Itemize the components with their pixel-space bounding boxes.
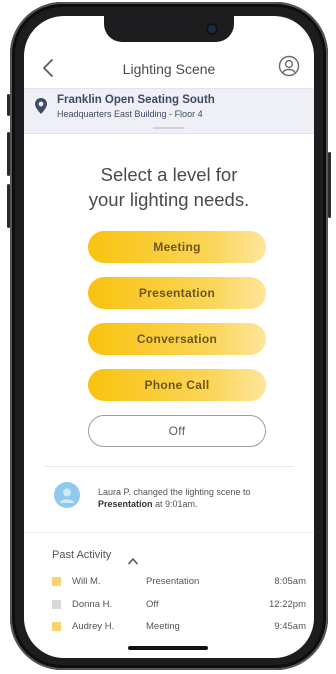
location-bar[interactable]: Franklin Open Seating South Headquarters… bbox=[24, 88, 314, 134]
meeting-button[interactable]: Meeting bbox=[88, 231, 266, 263]
app-screen: Lighting Scene Franklin Open Seating Sou… bbox=[24, 16, 314, 658]
user-profile-icon[interactable] bbox=[278, 55, 300, 77]
notice-scene: Presentation bbox=[98, 499, 153, 509]
activity-user: Audrey H. bbox=[72, 621, 115, 632]
location-detail: Headquarters East Building - Floor 4 bbox=[57, 109, 203, 119]
activity-row: Will M. Presentation 8:05am bbox=[52, 575, 306, 589]
scene-swatch bbox=[52, 577, 61, 586]
heading-line-2: your lighting needs. bbox=[88, 189, 250, 210]
page-heading: Select a level for your lighting needs. bbox=[24, 162, 314, 212]
activity-time: 9:45am bbox=[274, 621, 306, 632]
scene-swatch bbox=[52, 622, 61, 631]
notice-text: Laura P. changed the lighting scene to bbox=[98, 487, 251, 497]
activity-row: Audrey H. Meeting 9:45am bbox=[52, 620, 306, 634]
volume-down-button bbox=[7, 184, 10, 228]
activity-scene: Presentation bbox=[146, 576, 200, 587]
presentation-button[interactable]: Presentation bbox=[88, 277, 266, 309]
off-button[interactable]: Off bbox=[88, 415, 266, 447]
conversation-button[interactable]: Conversation bbox=[88, 323, 266, 355]
heading-line-1: Select a level for bbox=[100, 164, 238, 185]
notice-suffix: at 9:01am. bbox=[152, 499, 198, 509]
user-avatar-icon bbox=[54, 482, 80, 508]
activity-user: Will M. bbox=[72, 576, 101, 587]
divider bbox=[44, 466, 294, 467]
activity-scene: Off bbox=[146, 599, 159, 610]
activity-time: 12:22pm bbox=[269, 599, 306, 610]
location-name: Franklin Open Seating South bbox=[57, 94, 215, 106]
activity-scene: Meeting bbox=[146, 621, 180, 632]
activity-user: Donna H. bbox=[72, 599, 113, 610]
phone-call-button[interactable]: Phone Call bbox=[88, 369, 266, 401]
notch bbox=[104, 16, 234, 42]
caret-up-icon[interactable] bbox=[128, 552, 138, 565]
home-indicator[interactable] bbox=[128, 646, 208, 650]
activity-notice: Laura P. changed the lighting scene to P… bbox=[98, 486, 298, 510]
mute-switch bbox=[7, 94, 10, 116]
past-activity-title: Past Activity bbox=[52, 549, 112, 561]
location-pin-icon bbox=[34, 97, 48, 115]
power-button bbox=[328, 152, 331, 218]
activity-time: 8:05am bbox=[274, 576, 306, 587]
app-header: Lighting Scene bbox=[24, 52, 314, 86]
drag-handle[interactable] bbox=[153, 127, 185, 129]
scene-swatch bbox=[52, 600, 61, 609]
volume-up-button bbox=[7, 132, 10, 176]
activity-row: Donna H. Off 12:22pm bbox=[52, 598, 306, 612]
page-title: Lighting Scene bbox=[122, 61, 216, 77]
camera-icon bbox=[208, 25, 216, 33]
section-divider bbox=[24, 532, 314, 533]
